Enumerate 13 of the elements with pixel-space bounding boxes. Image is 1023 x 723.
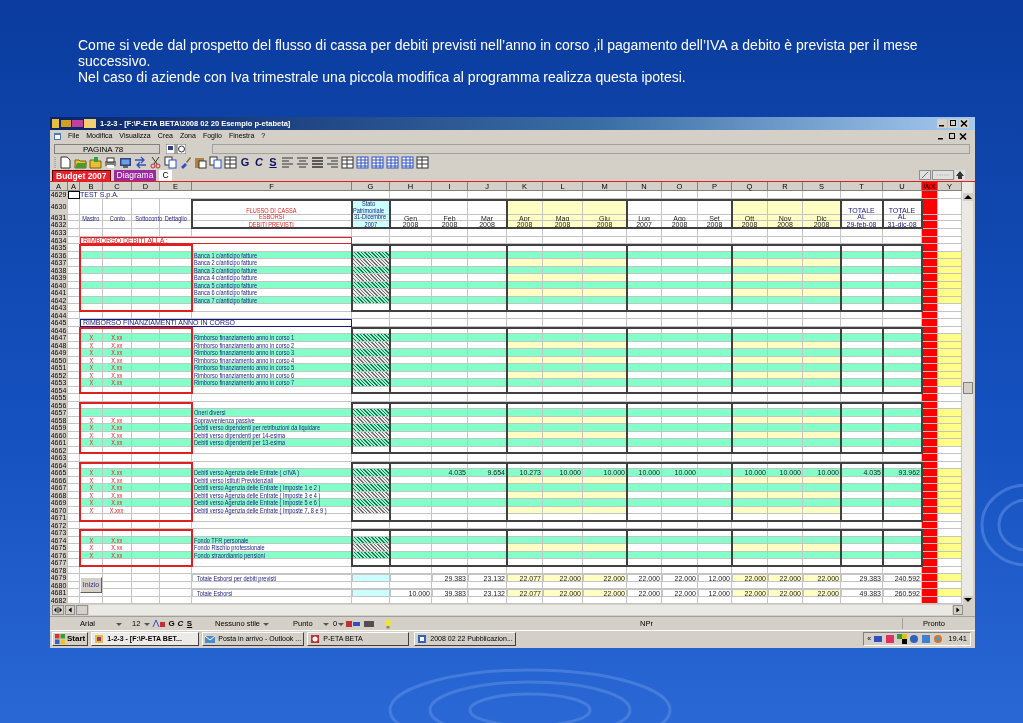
format-button[interactable]: S bbox=[267, 156, 279, 169]
format-button[interactable]: G bbox=[239, 156, 251, 169]
start-button[interactable]: Start bbox=[52, 632, 89, 646]
name-box[interactable]: PAGINA 78 bbox=[54, 143, 160, 154]
sheet-tab[interactable]: Budget 2007 bbox=[52, 170, 111, 181]
sheet-tab[interactable]: C bbox=[159, 170, 172, 181]
format-button[interactable]: G bbox=[168, 617, 175, 630]
slide-paragraph: Nel caso di aziende con Iva trimestrale una piccola modifica al programma realizza questa ipotesi. bbox=[78, 69, 687, 85]
slide-paragraph: Come si vede dal prospetto del flusso di cassa per debiti previsti nell’anno in corso ,il pagamento dell’IVA a debito è prevista per il mese successivo. bbox=[78, 37, 919, 69]
format-button[interactable]: C bbox=[253, 156, 265, 169]
format-button[interactable]: C bbox=[177, 617, 184, 630]
sheet-tab[interactable]: Diagrama bbox=[113, 170, 157, 181]
format-button[interactable]: S bbox=[186, 617, 193, 630]
